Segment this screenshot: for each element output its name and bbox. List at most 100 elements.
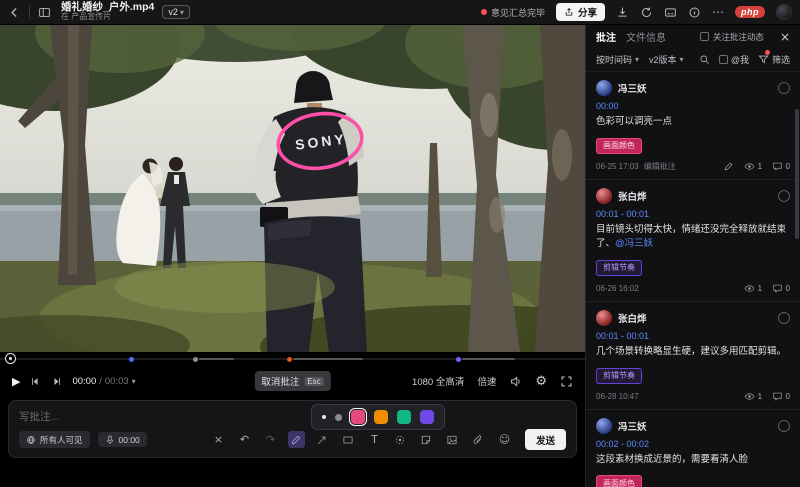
visibility-selector[interactable]: 所有人可见: [19, 431, 90, 448]
resolve-circle[interactable]: [778, 190, 790, 202]
replies-counter[interactable]: 0: [772, 283, 790, 294]
comment-tag[interactable]: 剪辑节奏: [596, 368, 642, 384]
settings-gear-icon[interactable]: ⚙: [535, 374, 547, 389]
sync-icon[interactable]: [640, 6, 653, 19]
image-icon[interactable]: [444, 431, 461, 448]
brush-palette: [311, 404, 445, 430]
comment-marker[interactable]: [129, 357, 134, 362]
edited-label[interactable]: 编辑批注: [644, 161, 676, 172]
comment-composer[interactable]: 写批注... 所有人可见 00:00 ×: [8, 400, 577, 458]
close-icon[interactable]: ×: [210, 431, 227, 448]
play-button[interactable]: ▶: [12, 375, 20, 388]
transcript-icon[interactable]: [664, 6, 677, 19]
quality-selector[interactable]: 1080 全高清: [412, 374, 464, 388]
pen-tool[interactable]: [288, 431, 305, 448]
views-counter[interactable]: 1: [744, 391, 762, 402]
color-swatch[interactable]: [397, 410, 411, 424]
emoji-icon[interactable]: ☺: [496, 431, 513, 448]
comment-input[interactable]: 写批注...: [19, 409, 566, 424]
undo-icon[interactable]: ↶: [236, 431, 253, 448]
comment-author: 冯三妖: [618, 419, 647, 433]
comment-date: 06-28 10:47: [596, 392, 639, 401]
playhead[interactable]: [5, 353, 16, 364]
checkbox-icon: [719, 55, 728, 64]
file-tree-icon[interactable]: [38, 6, 51, 19]
comment-timecode[interactable]: 00:00: [596, 101, 790, 111]
tab-file-info[interactable]: 文件信息: [626, 29, 666, 44]
next-frame-button[interactable]: [51, 376, 62, 387]
microphone-icon: [105, 435, 115, 445]
filter-button[interactable]: 筛选: [758, 53, 790, 66]
sort-dropdown[interactable]: 按时间码▾: [596, 53, 639, 66]
tab-annotations[interactable]: 批注: [596, 29, 616, 44]
color-swatch[interactable]: [351, 410, 365, 424]
volume-icon[interactable]: [509, 375, 522, 388]
version-dropdown[interactable]: v2▾: [162, 5, 190, 19]
back-icon[interactable]: [8, 6, 21, 19]
comment-item[interactable]: 张白烨 00:01 - 00:01 目前镜头切得太快，情绪还没完全释放就结束了、…: [586, 180, 800, 302]
comment-item[interactable]: 冯三妖 00:02 - 00:02 这段素材换成近景的，需要看清人脸 画面颜色 …: [586, 410, 800, 487]
brush-size-large[interactable]: [335, 414, 342, 421]
comment-author: 张白烨: [618, 189, 647, 203]
voice-record-button[interactable]: 00:00: [98, 432, 147, 447]
funnel-icon: [758, 54, 769, 65]
user-avatar[interactable]: [776, 4, 792, 20]
blur-tool[interactable]: [392, 431, 409, 448]
review-status: 意见汇总完毕: [481, 6, 545, 19]
close-panel-icon[interactable]: ×: [780, 30, 790, 44]
comment-author: 张白烨: [618, 311, 647, 325]
comment-tag[interactable]: 剪辑节奏: [596, 260, 642, 276]
views-counter[interactable]: 1: [744, 283, 762, 294]
more-icon[interactable]: ⋯: [712, 5, 724, 19]
comment-item[interactable]: 冯三妖 00:00 色彩可以调亮一点 画面颜色 06-25 17:03 编辑批注…: [586, 72, 800, 180]
comment-tag[interactable]: 画面颜色: [596, 475, 642, 487]
share-button[interactable]: 分享: [556, 3, 605, 21]
comment-marker[interactable]: [193, 357, 198, 362]
replies-counter[interactable]: 0: [772, 391, 790, 402]
app: 婚礼婚纱_户外.mp4 在 产品宣传片 v2▾ 意见汇总完毕 分享: [0, 0, 800, 487]
comment-marker[interactable]: [456, 357, 461, 362]
arrow-tool[interactable]: [314, 431, 331, 448]
cancel-annotation-button[interactable]: 取消批注 Esc: [254, 371, 330, 391]
follow-annotations-checkbox[interactable]: 关注批注动态: [700, 31, 764, 43]
replies-counter[interactable]: 0: [772, 161, 790, 172]
info-icon[interactable]: [688, 6, 701, 19]
drawing-annotation-icon[interactable]: [723, 161, 734, 172]
views-counter[interactable]: 1: [744, 161, 762, 172]
video-location[interactable]: 在 产品宣传片: [61, 13, 154, 21]
color-swatch[interactable]: [374, 410, 388, 424]
speed-selector[interactable]: 倍速: [477, 374, 496, 388]
reply-bubble-icon: [772, 161, 783, 172]
resolve-circle[interactable]: [778, 82, 790, 94]
sticker-icon[interactable]: [418, 431, 435, 448]
version-filter-dropdown[interactable]: v2版本▾: [649, 53, 684, 66]
comment-marker[interactable]: [287, 357, 292, 362]
video-surface[interactable]: SONY: [0, 25, 585, 352]
comment-mention[interactable]: @冯三妖: [615, 238, 653, 249]
avatar: [596, 310, 612, 326]
color-swatch[interactable]: [420, 410, 434, 424]
scrollbar[interactable]: [795, 109, 799, 239]
time-display[interactable]: 00:00 / 00:03 ▾: [72, 376, 135, 387]
timeline[interactable]: [0, 352, 585, 366]
comment-item[interactable]: 张白烨 00:01 - 00:01 几个场景转换略显生硬，建议多用匹配剪辑。 剪…: [586, 302, 800, 410]
brush-size-small[interactable]: [322, 415, 326, 419]
comment-tag[interactable]: 画面颜色: [596, 138, 642, 154]
search-icon[interactable]: [699, 54, 710, 65]
mention-me-filter[interactable]: @我: [719, 53, 749, 66]
redo-icon[interactable]: ↷: [262, 431, 279, 448]
send-button[interactable]: 发送: [525, 429, 566, 450]
text-tool[interactable]: T: [366, 431, 383, 448]
comment-timecode[interactable]: 00:01 - 00:01: [596, 209, 790, 219]
comment-timecode[interactable]: 00:02 - 00:02: [596, 439, 790, 449]
download-icon[interactable]: [616, 6, 629, 19]
comment-timecode[interactable]: 00:01 - 00:01: [596, 331, 790, 341]
rectangle-tool[interactable]: [340, 431, 357, 448]
prev-frame-button[interactable]: [30, 376, 41, 387]
comment-text: 色彩可以调亮一点: [596, 115, 790, 129]
comment-text: 几个场景转换略显生硬，建议多用匹配剪辑。: [596, 345, 790, 359]
fullscreen-icon[interactable]: [560, 375, 573, 388]
resolve-circle[interactable]: [778, 312, 790, 324]
resolve-circle[interactable]: [778, 420, 790, 432]
attachment-icon[interactable]: [470, 431, 487, 448]
